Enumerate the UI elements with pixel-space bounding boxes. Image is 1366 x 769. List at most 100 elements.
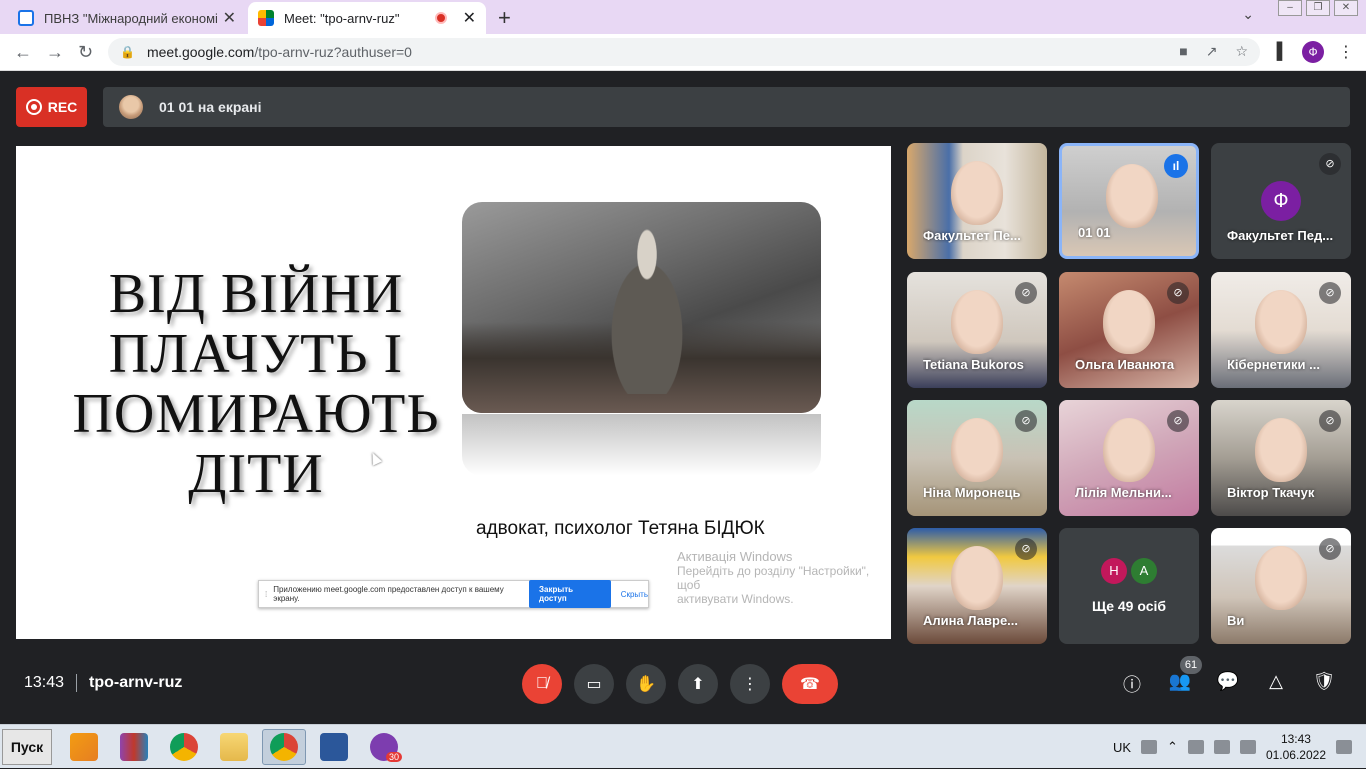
back-icon[interactable]: ← (14, 42, 32, 63)
profile-avatar[interactable]: Ф (1302, 41, 1324, 63)
language-indicator[interactable]: UK (1113, 740, 1131, 755)
new-tab-button[interactable]: + (498, 5, 511, 31)
mic-muted-icon: ⊘ (1015, 538, 1037, 560)
stop-sharing-button[interactable]: Закрыть доступ (529, 580, 611, 608)
windows-activation-watermark: Активація Windows Перейдіть до розділу "… (677, 549, 870, 607)
chrome-profile-app[interactable] (262, 729, 306, 765)
file-explorer-app[interactable] (212, 729, 256, 765)
more-participants-avatars: Н А (1101, 558, 1157, 584)
address-bar[interactable]: 🔒 meet.google.com/tpo-arnv-ruz?authuser=… (108, 38, 1260, 66)
participant-name: Tetiana Bukoros (923, 357, 1024, 372)
participant-avatar: Ф (1261, 181, 1301, 221)
tab-search-chevron-icon[interactable]: ⌄ (1242, 6, 1254, 23)
record-icon (25, 99, 42, 115)
tray-expand-icon[interactable]: ⌃ (1167, 739, 1178, 755)
hand-icon: ✋ (636, 676, 656, 693)
participant-tile[interactable]: ⊘ Кібернетики ... (1211, 272, 1351, 388)
participant-tile-active-speaker[interactable]: ıl 01 01 (1059, 143, 1199, 259)
window-controls: – ❐ ✕ (1278, 0, 1358, 16)
forward-icon[interactable]: → (46, 42, 64, 63)
bookmark-star-icon[interactable]: ☆ (1235, 43, 1248, 60)
system-clock[interactable]: 13:43 01.06.2022 (1266, 731, 1326, 763)
camera-toggle-button[interactable]: ▭ (574, 664, 614, 704)
participant-avatar: Н (1101, 558, 1127, 584)
tab-meet[interactable]: Meet: "tpo-arnv-ruz" ✕ (248, 2, 486, 34)
meet-area: REC 01 01 на екрані ВІД ВІЙНИ ПЛАЧУТЬ І … (0, 71, 1366, 724)
more-vert-icon: ⋮ (742, 676, 758, 693)
participant-tile[interactable]: Ф ⊘ Факультет Пед... (1211, 143, 1351, 259)
meeting-info: 13:43 tpo-arnv-ruz (24, 674, 182, 692)
meeting-time: 13:43 (24, 674, 65, 691)
volume-muted-icon[interactable] (1187, 740, 1204, 754)
share-notice-text: Приложению meet.google.com предоставлен … (273, 585, 504, 603)
media-player-app[interactable] (62, 729, 106, 765)
hide-notice-link[interactable]: Скрыть (621, 590, 648, 599)
chrome-app[interactable] (162, 729, 206, 765)
people-icon[interactable]: 👥 (1167, 671, 1193, 697)
mic-muted-icon: ⊘ (1319, 538, 1341, 560)
participant-name: 01 01 (1078, 225, 1111, 240)
minimize-icon[interactable]: – (1278, 0, 1302, 16)
rec-label: REC (47, 99, 78, 115)
participant-tile[interactable]: ⊘ Ольга Иванюта (1059, 272, 1199, 388)
leave-call-button[interactable]: ☎ (782, 664, 838, 704)
camera-icon: ▭ (586, 676, 602, 693)
speaking-indicator-icon: ıl (1164, 154, 1188, 178)
folder-icon (220, 733, 248, 761)
close-window-icon[interactable]: ✕ (1334, 0, 1358, 16)
participant-tile[interactable]: ⊘ Ніна Миронець (907, 400, 1047, 516)
participant-video (951, 161, 1003, 225)
reload-icon[interactable]: ↻ (78, 42, 93, 63)
host-controls-icon[interactable]: 🛡 (1311, 671, 1337, 697)
tab-close-icon[interactable]: ✕ (223, 8, 236, 28)
more-participants-tile[interactable]: Н А Ще 49 осіб (1059, 528, 1199, 644)
tray-app-icon[interactable] (1213, 740, 1230, 754)
share-icon[interactable]: ↗ (1206, 43, 1218, 60)
lock-icon[interactable]: 🔒 (120, 45, 135, 59)
tab-title: ПВНЗ "Міжнародний економіко- (44, 10, 217, 26)
maximize-icon[interactable]: ❐ (1306, 0, 1330, 16)
participant-tile[interactable]: ⊘ Tetiana Bukoros (907, 272, 1047, 388)
winrar-app[interactable] (112, 729, 156, 765)
participant-tile[interactable]: ⊘ Лілія Мельни... (1059, 400, 1199, 516)
tab-close-icon[interactable]: ✕ (463, 8, 476, 28)
browser-menu-icon[interactable]: ⋮ (1338, 42, 1354, 62)
participant-tile[interactable]: Факультет Пе... (907, 143, 1047, 259)
presenter-banner: 01 01 на екрані (103, 87, 1350, 127)
tab-university[interactable]: ПВНЗ "Міжнародний економіко- ✕ (8, 2, 246, 34)
participant-tile[interactable]: ⊘ Віктор Ткачук (1211, 400, 1351, 516)
viber-app[interactable]: 30 (362, 729, 406, 765)
present-screen-button[interactable]: ⬆ (678, 664, 718, 704)
slide-photo-reflection (462, 414, 821, 476)
hang-up-icon: ☎ (800, 676, 820, 693)
mic-muted-icon: ⊘ (1015, 282, 1037, 304)
mic-off-icon: 🎙̸ (536, 675, 548, 692)
start-button[interactable]: Пуск (2, 729, 52, 765)
more-options-button[interactable]: ⋮ (730, 664, 770, 704)
meeting-details-icon[interactable]: ⓘ (1119, 671, 1145, 697)
network-icon[interactable] (1239, 740, 1256, 754)
winrar-icon (120, 733, 148, 761)
windows-taskbar: Пуск 30 UK ⌃ 13:43 01.06.2022 (0, 724, 1366, 768)
mic-muted-icon: ⊘ (1167, 410, 1189, 432)
presenter-avatar (119, 95, 143, 119)
activities-icon[interactable]: △ (1263, 671, 1289, 697)
participant-video (1106, 164, 1158, 228)
word-app[interactable] (312, 729, 356, 765)
drag-handle-icon[interactable]: ⁞ (265, 590, 267, 599)
microphone-toggle-button[interactable]: 🎙̸ (522, 664, 562, 704)
keyboard-icon[interactable] (1141, 740, 1158, 754)
camera-permission-icon[interactable]: ■ (1179, 43, 1187, 60)
raise-hand-button[interactable]: ✋ (626, 664, 666, 704)
more-participants-label: Ще 49 осіб (1091, 598, 1167, 614)
participant-tile[interactable]: ⊘ Алина Лавре... (907, 528, 1047, 644)
show-desktop-icon[interactable] (1336, 740, 1352, 754)
side-panel-icon[interactable]: ▌ (1277, 43, 1288, 61)
screen-share-notice: ⁞ Приложению meet.google.com предоставле… (258, 580, 649, 608)
participants-count-badge: 61 (1180, 656, 1202, 674)
chat-icon[interactable]: 💬 (1215, 671, 1241, 697)
self-view-tile[interactable]: ⊘ Ви (1211, 528, 1351, 644)
participant-video (951, 290, 1003, 354)
recording-button[interactable]: REC (16, 87, 87, 127)
present-icon: ⬆ (691, 676, 705, 693)
